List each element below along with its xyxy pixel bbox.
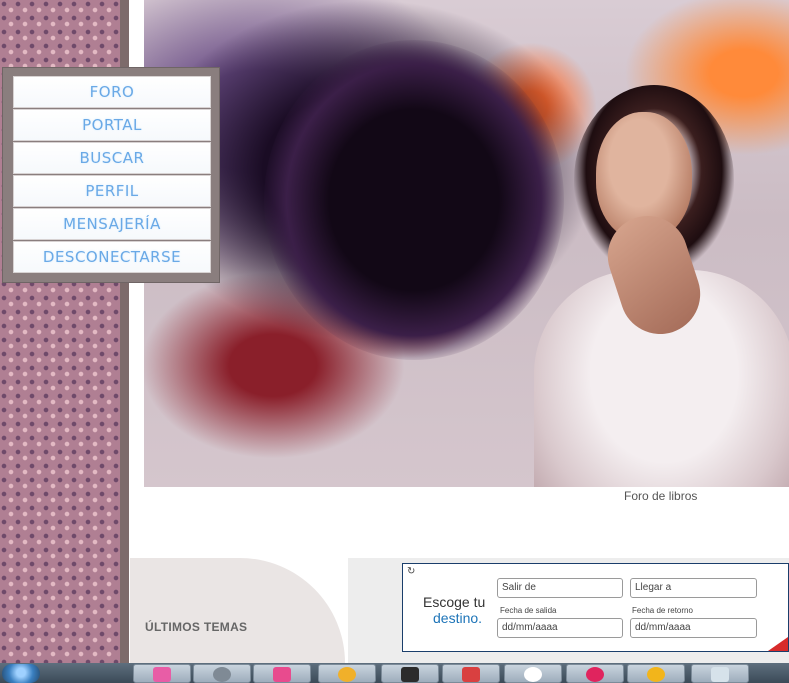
depart-date-label: Fecha de salida [500, 606, 557, 615]
play-icon [586, 667, 604, 682]
menu-item-mensajeria[interactable]: MENSAJERÍA [13, 208, 211, 240]
eyes-icon [524, 667, 542, 682]
depart-date-input[interactable]: dd/mm/aaaa [497, 618, 623, 638]
latest-topics-title: ÚLTIMOS TEMAS [145, 620, 248, 634]
taskbar-button-3[interactable] [253, 664, 311, 683]
banner-dark-splash [264, 40, 564, 360]
banner-caption: Foro de libros [624, 489, 698, 503]
return-date-input[interactable]: dd/mm/aaaa [630, 618, 757, 638]
taskbar-button-2[interactable] [193, 664, 251, 683]
menu-item-portal[interactable]: PORTAL [13, 109, 211, 141]
taskbar-button-7[interactable] [504, 664, 562, 683]
refresh-icon[interactable]: ↻ [407, 566, 415, 577]
close-circle-icon [647, 667, 665, 682]
game-icon [462, 667, 480, 682]
return-date-label: Fecha de retorno [632, 606, 693, 615]
depart-from-input[interactable]: Salir de [497, 578, 623, 598]
menu-item-foro[interactable]: FORO [13, 76, 211, 108]
notepad-icon [711, 667, 729, 682]
chrome-icon [338, 667, 356, 682]
menu-list: FORO PORTAL BUSCAR PERFIL MENSAJERÍA DES… [13, 76, 211, 274]
widget-heading-line1: Escoge tu [423, 594, 486, 610]
arrive-to-input[interactable]: Llegar a [630, 578, 757, 598]
pink-arrow-icon [153, 667, 171, 682]
menu-item-buscar[interactable]: BUSCAR [13, 142, 211, 174]
widget-heading-line2: destino. [433, 610, 483, 626]
widget-corner-flag [768, 637, 788, 651]
forum-navigation-menu: FORO PORTAL BUSCAR PERFIL MENSAJERÍA DES… [2, 67, 220, 283]
taskbar-button-1[interactable] [133, 664, 191, 683]
start-button-icon[interactable] [2, 664, 40, 683]
travel-search-widget: ↻ Escoge tu destino. Salir de Llegar a F… [402, 563, 789, 652]
taskbar-button-5[interactable] [381, 664, 439, 683]
taskbar-button-8[interactable] [566, 664, 624, 683]
taskbar-button-10[interactable] [691, 664, 749, 683]
pink-app-icon [273, 667, 291, 682]
taskbar-button-6[interactable] [442, 664, 500, 683]
menu-item-desconectarse[interactable]: DESCONECTARSE [13, 241, 211, 273]
notebook-icon [401, 667, 419, 682]
menu-item-perfil[interactable]: PERFIL [13, 175, 211, 207]
wordpress-icon [213, 667, 231, 682]
taskbar-button-9[interactable] [627, 664, 685, 683]
taskbar-button-4[interactable] [318, 664, 376, 683]
header-banner-image [144, 0, 789, 487]
